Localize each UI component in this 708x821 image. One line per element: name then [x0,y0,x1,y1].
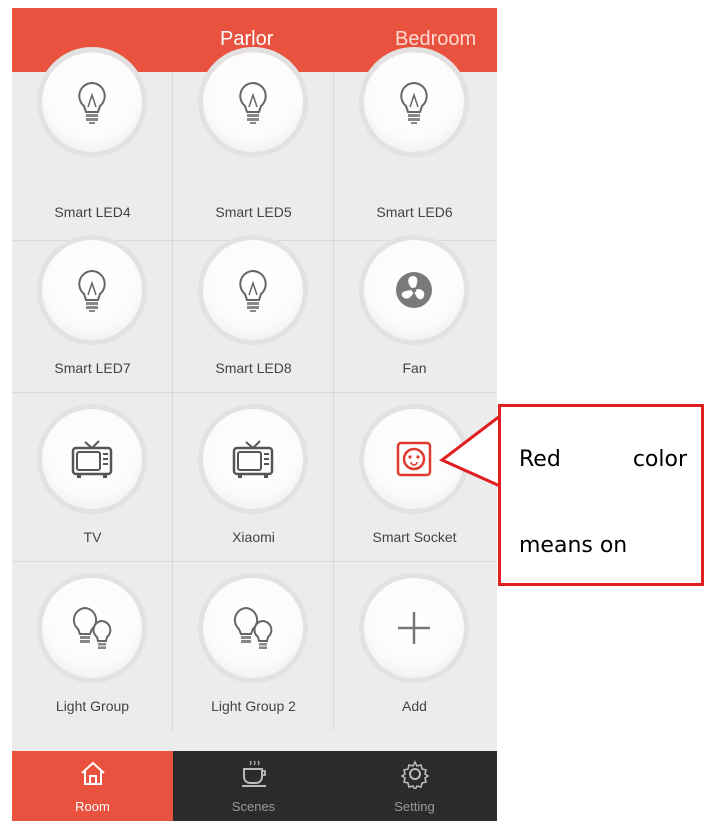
bulb-icon [78,269,106,312]
device-label: Smart Socket [372,529,457,545]
bottom-nav: Room Scenes Setting [12,751,497,821]
bulb-icon [239,269,267,312]
nav-room[interactable]: Room [12,751,173,821]
device-tile-add[interactable]: Add [334,562,497,731]
tab-bedroom[interactable]: Bedroom [395,28,476,51]
device-label: Smart LED5 [215,204,292,220]
device-tile-fan[interactable]: Fan [334,224,497,393]
bulb-icon [400,81,428,124]
device-button[interactable] [42,578,142,678]
nav-scenes[interactable]: Scenes [173,751,334,821]
device-label: Smart LED6 [376,204,453,220]
device-tile-smart-led8[interactable]: Smart LED8 [173,224,334,393]
device-button[interactable] [203,52,303,152]
device-tile-smart-led5[interactable]: Smart LED5 [173,52,334,241]
device-button[interactable] [203,409,303,509]
bulb-icon [78,81,106,124]
gear-icon [400,760,430,789]
tab-parlor[interactable]: Parlor [220,28,273,51]
device-tile-tv[interactable]: TV [12,393,173,562]
bulb-group-icon [233,606,273,649]
device-button[interactable] [203,240,303,340]
device-label: Xiaomi [232,529,275,545]
add-device-button[interactable] [364,578,464,678]
fan-icon [396,272,432,308]
callout-text-line1: Red color [519,447,687,472]
bulb-group-icon [72,606,112,649]
callout-word-color: color [632,447,687,472]
device-button[interactable] [42,240,142,340]
device-tile-smart-led7[interactable]: Smart LED7 [12,224,173,393]
device-label: Smart LED8 [215,360,292,376]
home-icon [81,761,105,785]
callout-word-red: Red [519,447,561,472]
device-button[interactable] [364,52,464,152]
device-tile-smart-led4[interactable]: Smart LED4 [12,52,173,241]
tv-icon [232,440,274,478]
nav-label: Scenes [231,799,276,814]
device-grid: Smart LED4 Smart LED5 Smart LED6 Smart L… [12,52,497,751]
callout-text-line2: means on [519,533,628,558]
nav-label: Room [75,799,110,814]
device-label: TV [83,529,102,545]
bulb-icon [239,81,267,124]
plus-icon [398,612,430,644]
device-tile-xiaomi[interactable]: Xiaomi [173,393,334,562]
device-label: Add [402,698,427,714]
nav-label: Setting [394,799,435,814]
device-tile-light-group-2[interactable]: Light Group 2 [173,562,334,731]
device-button[interactable] [42,409,142,509]
tv-icon [71,440,113,478]
device-label: Smart LED7 [54,360,131,376]
cup-icon [242,760,266,787]
device-label: Fan [402,360,427,376]
device-label: Light Group 2 [211,698,296,714]
device-label: Light Group [55,698,130,714]
device-tile-light-group[interactable]: Light Group [12,562,173,731]
device-button[interactable] [42,52,142,152]
device-button[interactable] [203,578,303,678]
device-button[interactable] [364,240,464,340]
device-tile-smart-led6[interactable]: Smart LED6 [334,52,497,241]
device-label: Smart LED4 [54,204,131,220]
nav-setting[interactable]: Setting [334,751,497,821]
phone-screen: Parlor Bedroom Smart LED4 Smart LED5 Sma… [12,8,497,821]
callout-box: Red color means on [498,404,704,586]
